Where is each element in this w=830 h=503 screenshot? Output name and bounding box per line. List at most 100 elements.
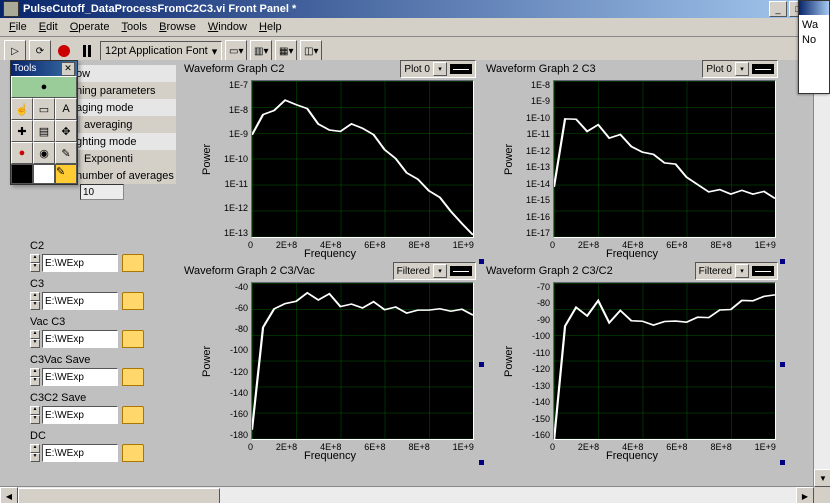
tool-wiring[interactable]: ✚ — [11, 120, 33, 142]
path-input[interactable]: E:\WExp — [42, 292, 118, 310]
menu-edit[interactable]: Edit — [34, 20, 63, 34]
tool-scroll[interactable]: ✥ — [55, 120, 77, 142]
tools-palette-close-button[interactable]: ✕ — [61, 62, 75, 76]
path-index-spinner[interactable]: ▲▼ — [30, 292, 38, 310]
setting-row[interactable]: ghting mode — [72, 133, 176, 150]
minimize-button[interactable]: _ — [769, 1, 787, 17]
secondary-window-sliver[interactable]: Wa No — [798, 0, 830, 94]
fg-color-swatch[interactable] — [11, 164, 33, 184]
legend-menu-icon[interactable]: ▾ — [735, 264, 749, 278]
browse-folder-icon[interactable] — [122, 444, 144, 462]
num-averages-input[interactable]: 10 — [80, 184, 124, 200]
plot-area[interactable] — [251, 80, 474, 238]
run-button[interactable]: ▷ — [4, 40, 26, 62]
path-index-spinner[interactable]: ▲▼ — [30, 444, 38, 462]
path-index-spinner[interactable]: ▲▼ — [30, 368, 38, 386]
reorder-button[interactable]: ▦▾ — [275, 40, 297, 62]
plot-legend[interactable]: Filtered ▾ — [695, 262, 778, 280]
legend-menu-icon[interactable]: ▾ — [433, 62, 447, 76]
x-axis-label: Frequency — [180, 248, 480, 260]
tool-position[interactable]: ▭ — [33, 98, 55, 120]
selection-handle[interactable] — [780, 460, 785, 465]
secondary-window-titlebar[interactable] — [799, 1, 829, 15]
legend-menu-icon[interactable]: ▾ — [433, 264, 447, 278]
plot-area[interactable] — [553, 282, 776, 440]
legend-menu-icon[interactable]: ▾ — [735, 62, 749, 76]
bg-color-swatch[interactable] — [33, 164, 55, 184]
setting-row[interactable]: ow — [72, 65, 176, 82]
scroll-thumb[interactable] — [18, 488, 220, 503]
browse-folder-icon[interactable] — [122, 254, 144, 272]
resize-button[interactable]: ◫▾ — [300, 40, 322, 62]
path-input[interactable]: E:\WExp — [42, 368, 118, 386]
menu-browse[interactable]: Browse — [154, 20, 201, 34]
path-label: DC — [30, 430, 170, 442]
path-index-spinner[interactable]: ▲▼ — [30, 330, 38, 348]
graph-title: Waveform Graph 2 C3/C2 — [486, 265, 691, 277]
menu-file[interactable]: File — [4, 20, 32, 34]
x-axis-label: Frequency — [180, 450, 480, 462]
setting-row[interactable]: Exponenti — [80, 150, 176, 167]
setting-row[interactable]: averaging — [80, 116, 176, 133]
waveform-graph-c3vac: Waveform Graph 2 C3/Vac Filtered ▾ Power… — [180, 262, 480, 462]
menu-operate[interactable]: Operate — [65, 20, 115, 34]
setting-row[interactable]: ning parameters — [72, 82, 176, 99]
browse-folder-icon[interactable] — [122, 292, 144, 310]
selection-handle[interactable] — [479, 362, 484, 367]
plot-area[interactable] — [553, 80, 776, 238]
horizontal-scrollbar[interactable]: ◀ ▶ — [0, 486, 814, 503]
browse-folder-icon[interactable] — [122, 368, 144, 386]
tool-text[interactable]: A — [55, 98, 77, 120]
tools-palette[interactable]: Tools ✕ ● ☝ ▭ A ✚ ▤ ✥ ● ◉ ✎ ✎ — [10, 60, 78, 185]
tools-palette-title: Tools — [13, 63, 36, 74]
path-label: C3C2 Save — [30, 392, 170, 404]
vertical-scrollbar[interactable]: ▲ ▼ — [813, 60, 830, 487]
tool-breakpoint[interactable]: ● — [11, 142, 33, 164]
menu-tools[interactable]: Tools — [116, 20, 152, 34]
font-selector[interactable]: 12pt Application Font ▾ — [100, 41, 222, 61]
fft-settings-cluster: ow ning parameters aging mode averaging … — [72, 65, 176, 200]
plot-legend[interactable]: Plot 0 ▾ — [400, 60, 476, 78]
selection-handle[interactable] — [479, 460, 484, 465]
run-continuous-button[interactable]: ⟳ — [29, 40, 51, 62]
path-index-spinner[interactable]: ▲▼ — [30, 406, 38, 424]
plot-trace — [554, 81, 775, 237]
path-input[interactable]: E:\WExp — [42, 254, 118, 272]
tool-operate[interactable]: ☝ — [11, 98, 33, 120]
legend-label: Filtered — [699, 266, 732, 277]
plot-legend[interactable]: Filtered ▾ — [393, 262, 476, 280]
selection-handle[interactable] — [479, 259, 484, 264]
path-label: C3 — [30, 278, 170, 290]
tool-probe[interactable]: ◉ — [33, 142, 55, 164]
distribute-button[interactable]: ▥▾ — [250, 40, 272, 62]
browse-folder-icon[interactable] — [122, 330, 144, 348]
setting-row[interactable]: number of averages — [72, 167, 176, 184]
tool-auto[interactable]: ● — [11, 76, 77, 98]
scroll-down-button[interactable]: ▼ — [814, 469, 830, 487]
plot-trace — [252, 283, 473, 439]
tool-coloring[interactable]: ✎ — [55, 164, 77, 184]
abort-button[interactable] — [54, 41, 74, 61]
plot-legend[interactable]: Plot 0 ▾ — [702, 60, 778, 78]
path-index-spinner[interactable]: ▲▼ — [30, 254, 38, 272]
browse-folder-icon[interactable] — [122, 406, 144, 424]
selection-handle[interactable] — [780, 362, 785, 367]
align-button[interactable]: ▭▾ — [225, 40, 247, 62]
tool-color-copy[interactable]: ✎ — [55, 142, 77, 164]
menu-help[interactable]: Help — [254, 20, 287, 34]
scroll-left-button[interactable]: ◀ — [0, 487, 18, 503]
y-axis-label: Power — [502, 80, 516, 238]
path-input[interactable]: E:\WExp — [42, 444, 118, 462]
path-input[interactable]: E:\WExp — [42, 330, 118, 348]
path-label: C2 — [30, 240, 170, 252]
pause-button[interactable] — [77, 41, 97, 61]
path-input[interactable]: E:\WExp — [42, 406, 118, 424]
setting-row[interactable]: aging mode — [72, 99, 176, 116]
plot-trace — [252, 81, 473, 237]
scroll-right-button[interactable]: ▶ — [796, 487, 814, 503]
tool-shortcut[interactable]: ▤ — [33, 120, 55, 142]
menu-window[interactable]: Window — [203, 20, 252, 34]
selection-handle[interactable] — [780, 259, 785, 264]
plot-area[interactable] — [251, 282, 474, 440]
secondary-window-text: Wa — [802, 18, 826, 33]
